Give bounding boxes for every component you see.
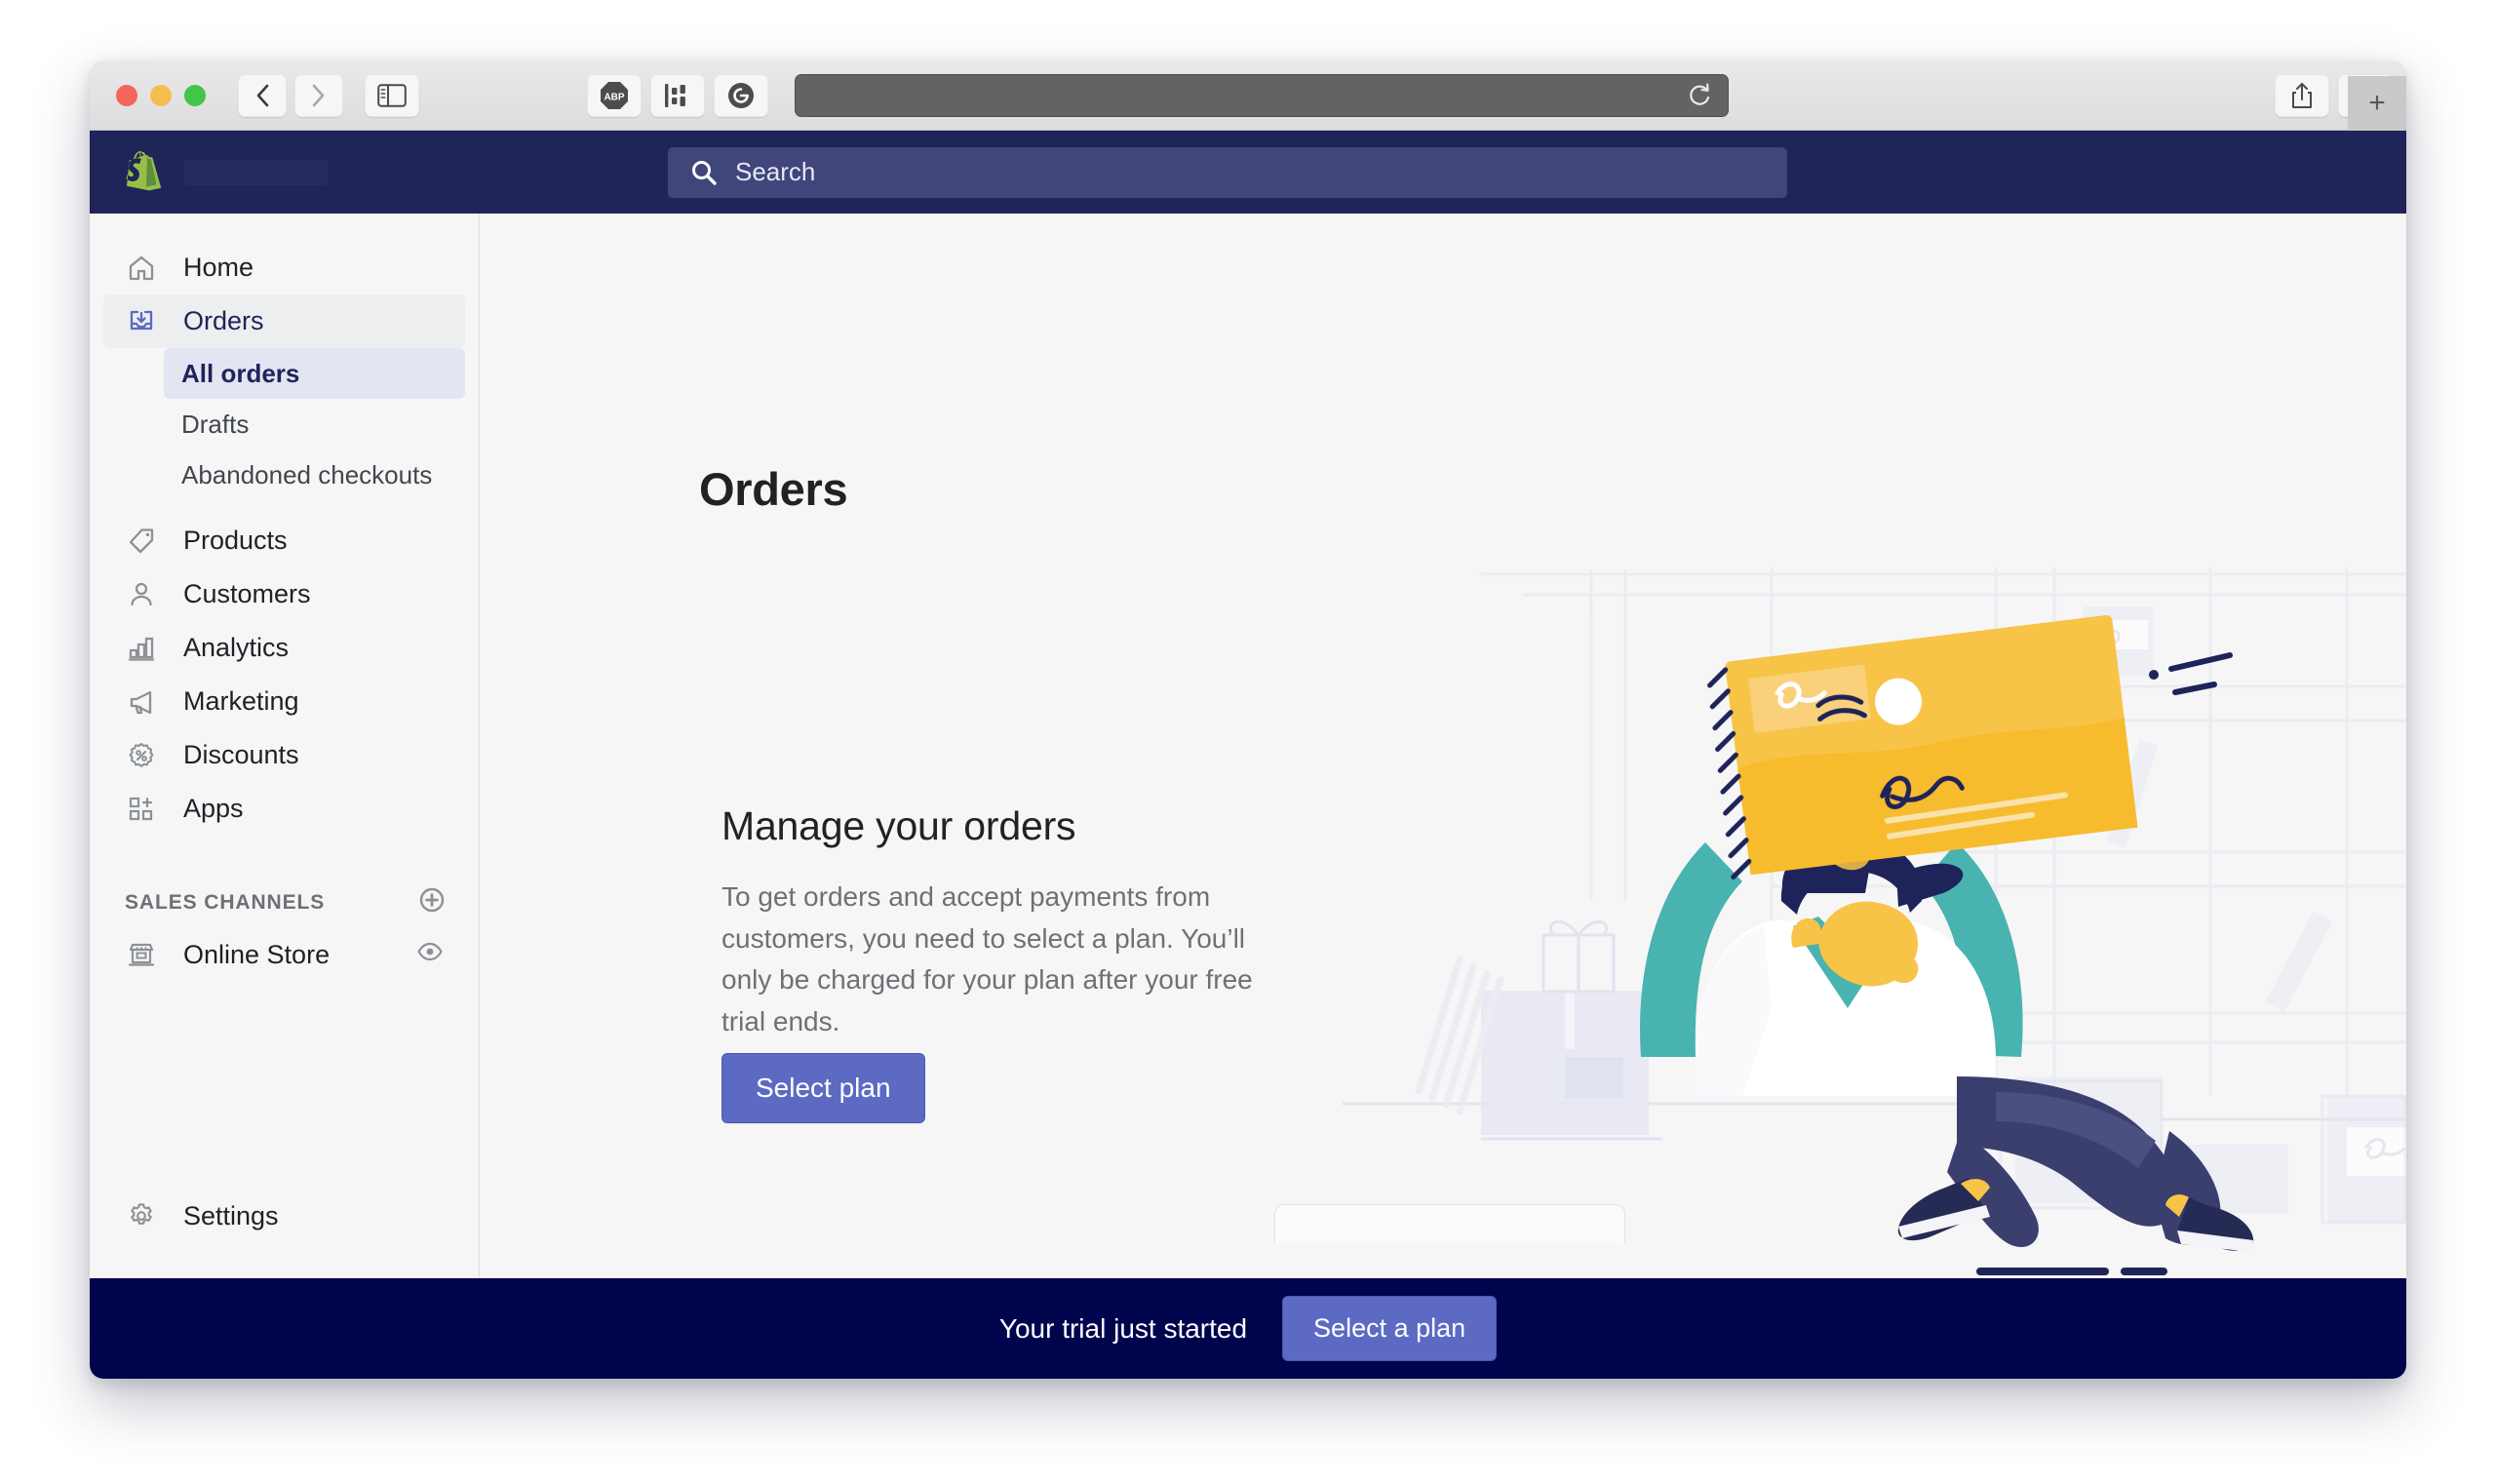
sidebar-item-marketing[interactable]: Marketing (103, 675, 465, 728)
trial-message: Your trial just started (998, 1312, 1248, 1344)
search-bar[interactable]: Search (668, 146, 1787, 198)
new-tab-button[interactable]: + (2348, 76, 2406, 131)
products-icon (125, 525, 158, 558)
share-icon (2292, 82, 2312, 108)
sidebar-subitem-label: Abandoned checkouts (181, 459, 433, 489)
window-traffic-lights (116, 84, 206, 106)
sidebar-item-label: Apps (183, 794, 244, 823)
select-plan-label: Select plan (756, 1073, 891, 1103)
grammarly-extension-button[interactable] (714, 73, 768, 117)
forward-button[interactable] (294, 73, 343, 117)
home-icon (125, 252, 158, 285)
sidebar-subitem-label: All orders (181, 358, 300, 388)
honey-extension-button[interactable] (650, 73, 705, 117)
sidebar-item-label: Customers (183, 579, 311, 608)
discounts-icon (125, 739, 158, 772)
apps-icon (125, 793, 158, 826)
chevron-left-icon (256, 84, 269, 106)
svg-text:ABP: ABP (604, 92, 624, 102)
sidebar-item-home[interactable]: Home (103, 241, 465, 294)
browser-window: ABP + Search Home Orders All orders Draf… (90, 60, 2406, 1379)
store-name-redacted (184, 159, 329, 185)
add-sales-channel-button[interactable] (418, 886, 446, 919)
browser-titlebar: ABP + (90, 60, 2406, 131)
orders-empty-state: Manage your orders To get orders and acc… (699, 550, 2406, 1278)
sales-channels-heading: SALES CHANNELS (125, 886, 446, 919)
sidebar-item-apps[interactable]: Apps (103, 782, 465, 836)
empty-state-heading: Manage your orders (722, 803, 1076, 848)
sidebar-item-products[interactable]: Products (103, 514, 465, 567)
navigation-buttons (238, 73, 343, 117)
sidebar-item-label: Products (183, 526, 288, 555)
empty-state-text: Manage your orders To get orders and acc… (722, 803, 1268, 1042)
sidebar-toggle-button[interactable] (365, 73, 419, 117)
grammarly-icon (728, 82, 754, 108)
zoom-window-button[interactable] (184, 84, 206, 106)
close-window-button[interactable] (116, 84, 137, 106)
reload-icon[interactable] (1687, 82, 1712, 109)
analytics-icon (125, 632, 158, 665)
sidebar-item-label: Analytics (183, 633, 290, 662)
shopify-topbar: Search (90, 131, 2406, 214)
search-icon (692, 160, 717, 185)
minimize-window-button[interactable] (150, 84, 172, 106)
storefront-icon (125, 938, 158, 971)
sidebar-item-customers[interactable]: Customers (103, 567, 465, 621)
sidebar-subitem-all-orders[interactable]: All orders (164, 348, 465, 399)
sidebar-navigation: Home Orders All orders Drafts Abandoned … (90, 214, 480, 1278)
orders-icon (125, 305, 158, 338)
gear-icon (125, 1199, 158, 1232)
search-input[interactable]: Search (735, 157, 815, 187)
sidebar-item-settings[interactable]: Settings (103, 1189, 465, 1243)
sidebar-item-label: Orders (183, 306, 264, 335)
share-button[interactable] (2275, 73, 2329, 117)
adblock-plus-icon: ABP (601, 81, 628, 109)
new-tab-label: + (2368, 87, 2386, 119)
sidebar-item-label: Marketing (183, 686, 299, 716)
adblock-plus-extension-button[interactable]: ABP (587, 73, 642, 117)
sidebar-icon (377, 83, 407, 107)
bracket-extension-icon (665, 83, 685, 107)
select-plan-button[interactable]: Select plan (722, 1053, 925, 1123)
eye-icon[interactable] (416, 938, 444, 972)
sidebar-item-label: Home (183, 253, 254, 282)
sidebar-item-analytics[interactable]: Analytics (103, 621, 465, 675)
main-content: Orders Manage your orders To get orders … (480, 214, 2406, 1278)
sidebar-item-label: Settings (183, 1200, 279, 1230)
sidebar-item-online-store[interactable]: Online Store (103, 927, 465, 982)
chevron-right-icon (312, 84, 325, 106)
page-title: Orders (699, 463, 848, 515)
marketing-icon (125, 685, 158, 719)
primary-nav-list: Home Orders All orders Drafts Abandoned … (90, 241, 479, 836)
customers-icon (125, 578, 158, 611)
sidebar-subitem-label: Drafts (181, 409, 250, 439)
select-a-plan-label: Select a plan (1313, 1313, 1466, 1343)
empty-state-body: To get orders and accept payments from c… (722, 881, 1253, 1036)
person-holding-envelope-illustration (1343, 567, 2406, 1275)
address-bar[interactable] (795, 73, 1729, 117)
trial-banner: Your trial just started Select a plan (90, 1278, 2406, 1379)
sidebar-subitem-drafts[interactable]: Drafts (164, 399, 465, 449)
next-card-peek (1274, 1204, 1625, 1243)
sidebar-item-label: Discounts (183, 740, 299, 769)
shopify-admin-app: Search Home Orders All orders Drafts Aba… (90, 131, 2406, 1379)
sidebar-item-label: Online Store (183, 939, 331, 969)
sidebar-item-discounts[interactable]: Discounts (103, 728, 465, 782)
desktop-background: ABP + Search Home Orders All orders Draf… (0, 0, 2496, 1484)
sidebar-subitem-abandoned-checkouts[interactable]: Abandoned checkouts (164, 449, 465, 500)
sidebar-item-orders[interactable]: Orders (103, 294, 465, 348)
sales-channels-label: SALES CHANNELS (125, 891, 326, 914)
app-body: Home Orders All orders Drafts Abandoned … (90, 214, 2406, 1278)
shopify-logo[interactable] (124, 149, 165, 196)
back-button[interactable] (238, 73, 287, 117)
browser-extensions: ABP (587, 73, 768, 117)
select-a-plan-button[interactable]: Select a plan (1282, 1296, 1498, 1361)
